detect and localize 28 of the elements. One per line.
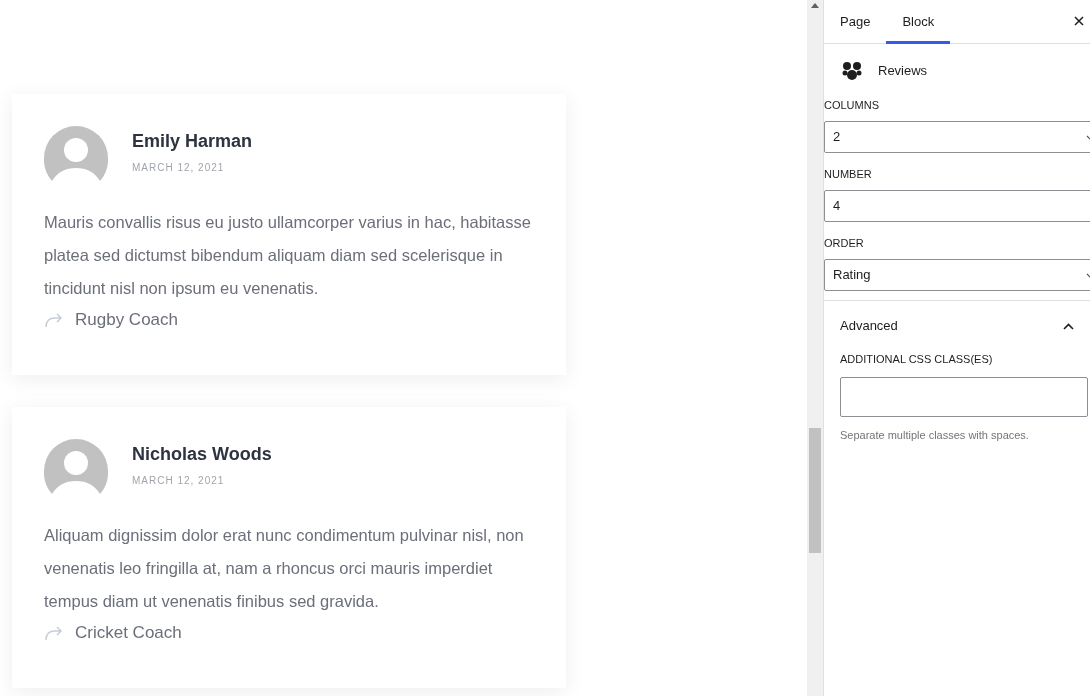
- setting-label: ADDITIONAL CSS CLASS(ES): [840, 352, 994, 367]
- share-arrow-icon: [44, 624, 63, 641]
- setting-label: ORDER: [824, 236, 865, 250]
- sidebar-tab[interactable]: Block: [886, 0, 951, 44]
- reviewer-name: Nicholas Woods: [132, 443, 272, 465]
- scroll-up-icon[interactable]: [811, 3, 819, 8]
- help-text: Separate multiple classes with spaces.: [840, 427, 1030, 443]
- block-icon: [842, 61, 862, 81]
- reviewer-name: Emily Harman: [132, 130, 253, 152]
- sidebar-tab[interactable]: Page: [824, 0, 887, 44]
- reviewer-role: Rugby Coach: [75, 309, 178, 331]
- block-title: Reviews: [878, 62, 928, 81]
- scroll-thumb[interactable]: [809, 428, 821, 553]
- reviewer-role: Cricket Coach: [75, 622, 182, 644]
- scrollbar[interactable]: [807, 0, 823, 696]
- css-class-field[interactable]: [840, 376, 1088, 417]
- review-text: Aliquam dignissim dolor erat nunc condimentum pulvinar nisl, non venenatis leo fringilla at, nam a rhoncus orci mauris imperdiet tempus diam ut venenatis finibus sed gravida.: [44, 525, 525, 612]
- input-field[interactable]: 4: [824, 190, 1090, 222]
- select-field[interactable]: 2: [824, 121, 1090, 153]
- review-date: MARCH 12, 2021: [132, 474, 226, 488]
- review-text: Mauris convallis risus eu justo ullamcorper varius in hac, habitasse platea sed dictumst bibendum aliquam diam sed scelerisque in tincidunt nisl non ipsum eu venenatis.: [44, 212, 532, 299]
- review-date: MARCH 12, 2021: [132, 161, 226, 175]
- share-arrow-icon: [44, 311, 63, 328]
- close-icon[interactable]: [1074, 16, 1084, 26]
- select-field[interactable]: Rating: [824, 259, 1090, 291]
- setting-label: NUMBER: [824, 167, 873, 181]
- advanced-toggle[interactable]: Advanced: [840, 301, 1074, 351]
- setting-label: COLUMNS: [824, 98, 880, 112]
